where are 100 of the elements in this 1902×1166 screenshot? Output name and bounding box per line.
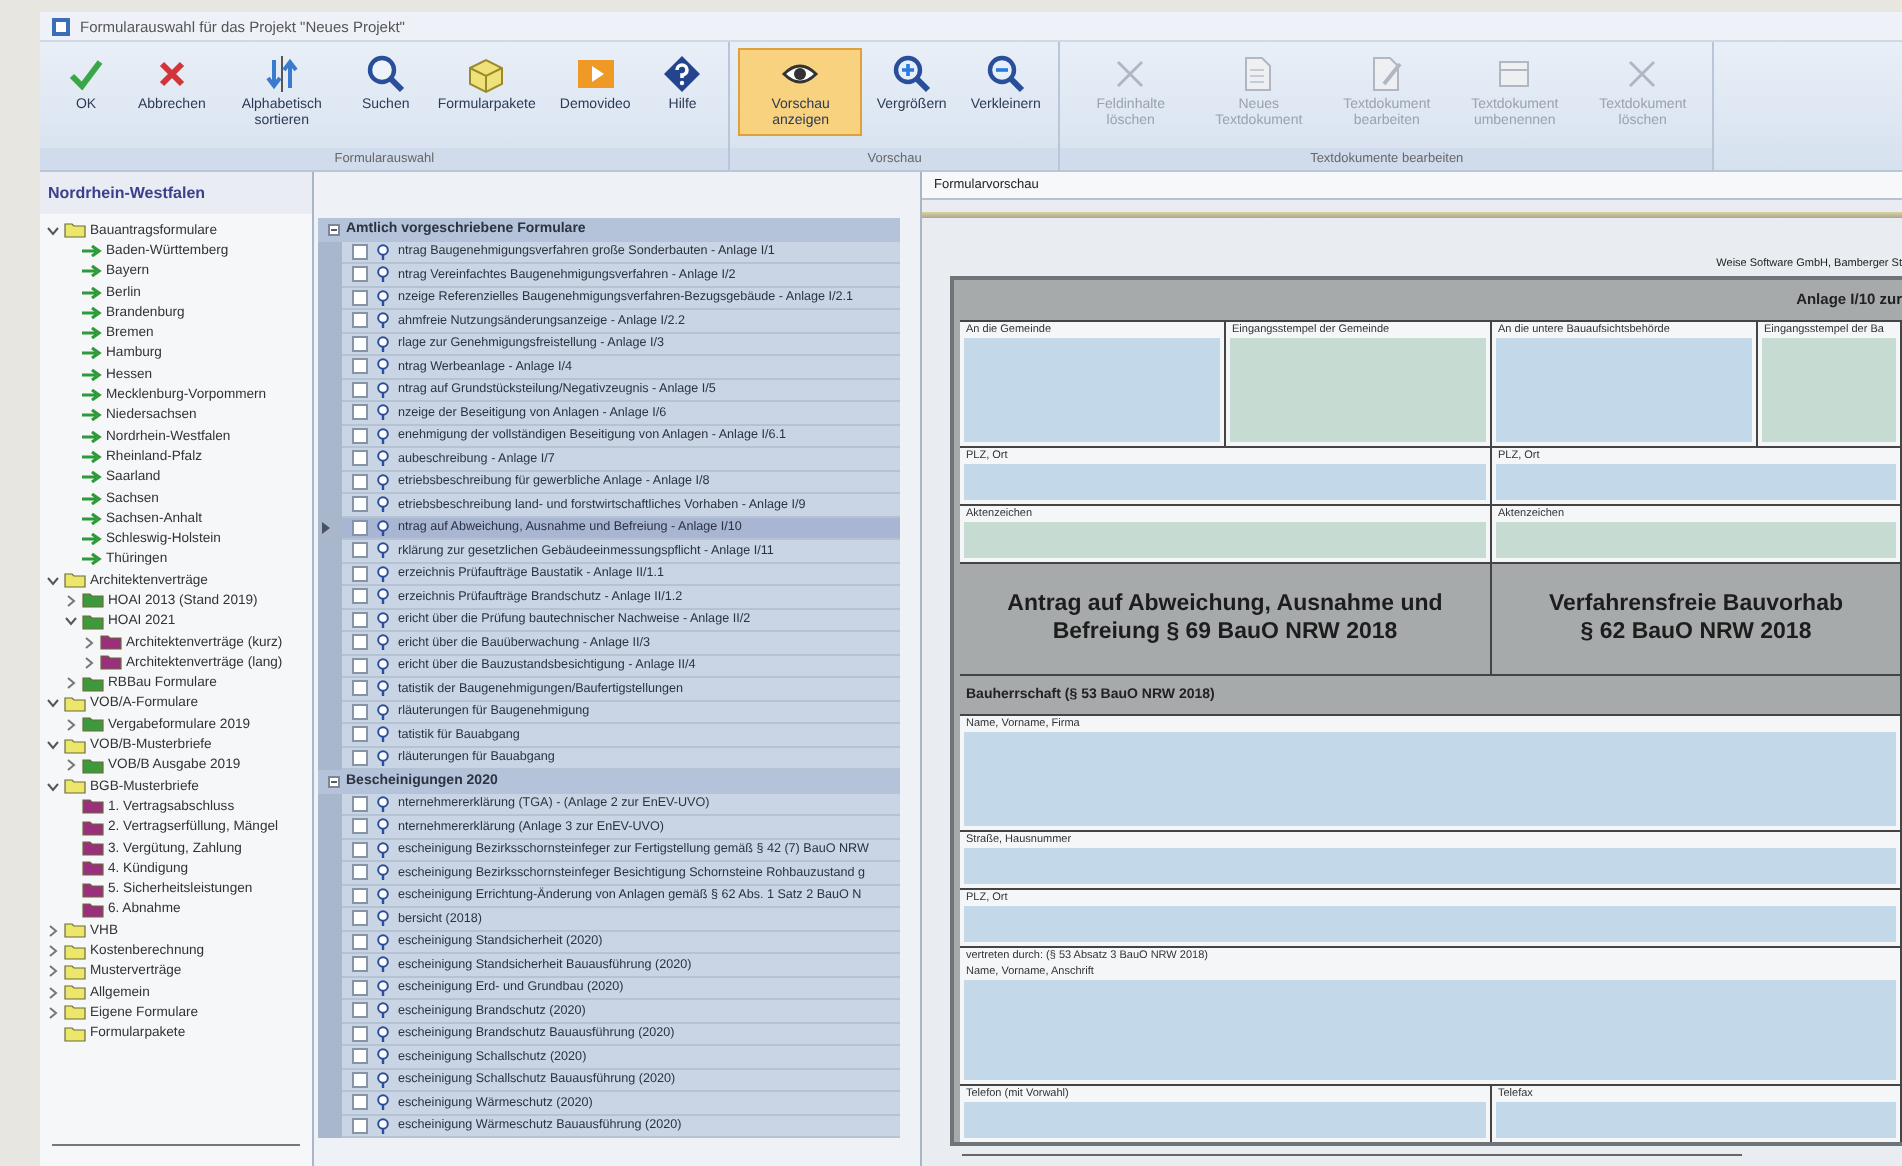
arrow-icon — [82, 491, 102, 505]
checkbox[interactable] — [352, 243, 368, 260]
checkbox[interactable] — [352, 1117, 368, 1134]
box-icon — [466, 54, 507, 94]
magnifier-icon — [376, 841, 390, 858]
magnifier-icon — [376, 289, 390, 306]
arrow-icon — [82, 305, 102, 320]
form-field[interactable] — [1496, 464, 1896, 501]
row-pointer-icon — [322, 521, 330, 534]
check-icon — [66, 54, 106, 94]
checkbox[interactable] — [352, 887, 368, 904]
magnifier-icon — [376, 680, 390, 697]
checkbox[interactable] — [352, 818, 368, 835]
checkbox[interactable] — [352, 956, 368, 973]
form-title: Antrag auf Abweichung, Ausnahme und — [1007, 591, 1443, 620]
checkbox[interactable] — [352, 427, 368, 444]
arrow-icon — [82, 243, 102, 258]
form-field[interactable] — [964, 848, 1896, 885]
magnifier-icon — [376, 979, 390, 996]
checkbox[interactable] — [352, 910, 368, 927]
panel-heading: Nordrhein-Westfalen — [40, 172, 312, 214]
arrow-icon — [82, 429, 102, 444]
arrow-icon — [82, 532, 102, 547]
magnifier-icon — [376, 726, 390, 743]
checkbox[interactable] — [352, 519, 368, 536]
checkbox[interactable] — [352, 749, 368, 766]
magnifier-icon — [376, 404, 390, 421]
checkbox[interactable] — [352, 841, 368, 858]
form-field[interactable] — [1496, 338, 1752, 443]
checkbox[interactable] — [352, 358, 368, 375]
arrow-icon — [82, 552, 102, 567]
checkbox[interactable] — [352, 933, 368, 950]
magnifier-icon — [376, 910, 390, 927]
app-icon — [52, 17, 70, 35]
form-title: § 62 BauO NRW 2018 — [1580, 619, 1812, 648]
checkbox[interactable] — [352, 266, 368, 283]
magnifier-icon — [376, 266, 390, 283]
checkbox[interactable] — [352, 1002, 368, 1019]
form-field[interactable] — [964, 1102, 1486, 1139]
form-field[interactable] — [1230, 338, 1486, 443]
zoom-in-icon — [891, 54, 932, 94]
form-field[interactable] — [964, 522, 1486, 559]
checkbox[interactable] — [352, 450, 368, 467]
checkbox[interactable] — [352, 703, 368, 720]
checkbox[interactable] — [352, 1094, 368, 1111]
magnifier-icon — [376, 542, 390, 559]
arrow-icon — [82, 264, 102, 279]
help-icon — [662, 54, 703, 94]
magnifier-icon — [376, 1094, 390, 1111]
checkbox[interactable] — [352, 657, 368, 674]
form-field[interactable] — [964, 464, 1486, 501]
magnifier-icon — [376, 243, 390, 260]
checkbox[interactable] — [352, 565, 368, 582]
magnifier-icon — [376, 1048, 390, 1065]
magnifier-icon — [376, 473, 390, 490]
arrow-icon — [82, 346, 102, 361]
play-icon — [575, 54, 616, 94]
checkbox[interactable] — [352, 289, 368, 306]
form-field[interactable] — [1762, 338, 1896, 443]
checkbox[interactable] — [352, 496, 368, 513]
checkbox[interactable] — [352, 726, 368, 743]
arrow-icon — [82, 511, 102, 526]
magnifier-icon — [376, 312, 390, 329]
magnifier-icon — [376, 887, 390, 904]
checkbox[interactable] — [352, 979, 368, 996]
form-field[interactable] — [964, 732, 1896, 827]
checkbox[interactable] — [352, 404, 368, 421]
checkbox[interactable] — [352, 542, 368, 559]
magnifier-icon — [376, 335, 390, 352]
checkbox[interactable] — [352, 381, 368, 398]
checkbox[interactable] — [352, 588, 368, 605]
checkbox[interactable] — [352, 1048, 368, 1065]
checkbox[interactable] — [352, 795, 368, 812]
magnifier-icon — [376, 933, 390, 950]
checkbox[interactable] — [352, 1071, 368, 1088]
magnifier-icon — [376, 1117, 390, 1134]
form-title: Verfahrensfreie Bauvorhab — [1548, 591, 1843, 620]
magnifier-icon — [376, 657, 390, 674]
arrow-icon — [82, 388, 102, 403]
form-field[interactable] — [1496, 522, 1896, 559]
checkbox[interactable] — [352, 312, 368, 329]
form-field[interactable] — [1496, 1102, 1896, 1139]
checkbox[interactable] — [352, 473, 368, 490]
magnifier-icon — [376, 956, 390, 973]
arrow-icon — [82, 449, 102, 464]
magnifier-icon — [376, 1071, 390, 1088]
form-field[interactable] — [964, 906, 1896, 943]
magnifier-icon — [376, 565, 390, 582]
checkbox[interactable] — [352, 1025, 368, 1042]
checkbox[interactable] — [352, 634, 368, 651]
checkbox[interactable] — [352, 680, 368, 697]
zoom-out-icon — [985, 54, 1026, 94]
form-field[interactable] — [964, 980, 1896, 1081]
checkbox[interactable] — [352, 611, 368, 628]
form-field[interactable] — [964, 338, 1220, 443]
arrow-icon — [82, 367, 102, 382]
checkbox[interactable] — [352, 864, 368, 881]
magnifier-icon — [376, 611, 390, 628]
checkbox[interactable] — [352, 335, 368, 352]
arrow-icon — [82, 326, 102, 341]
